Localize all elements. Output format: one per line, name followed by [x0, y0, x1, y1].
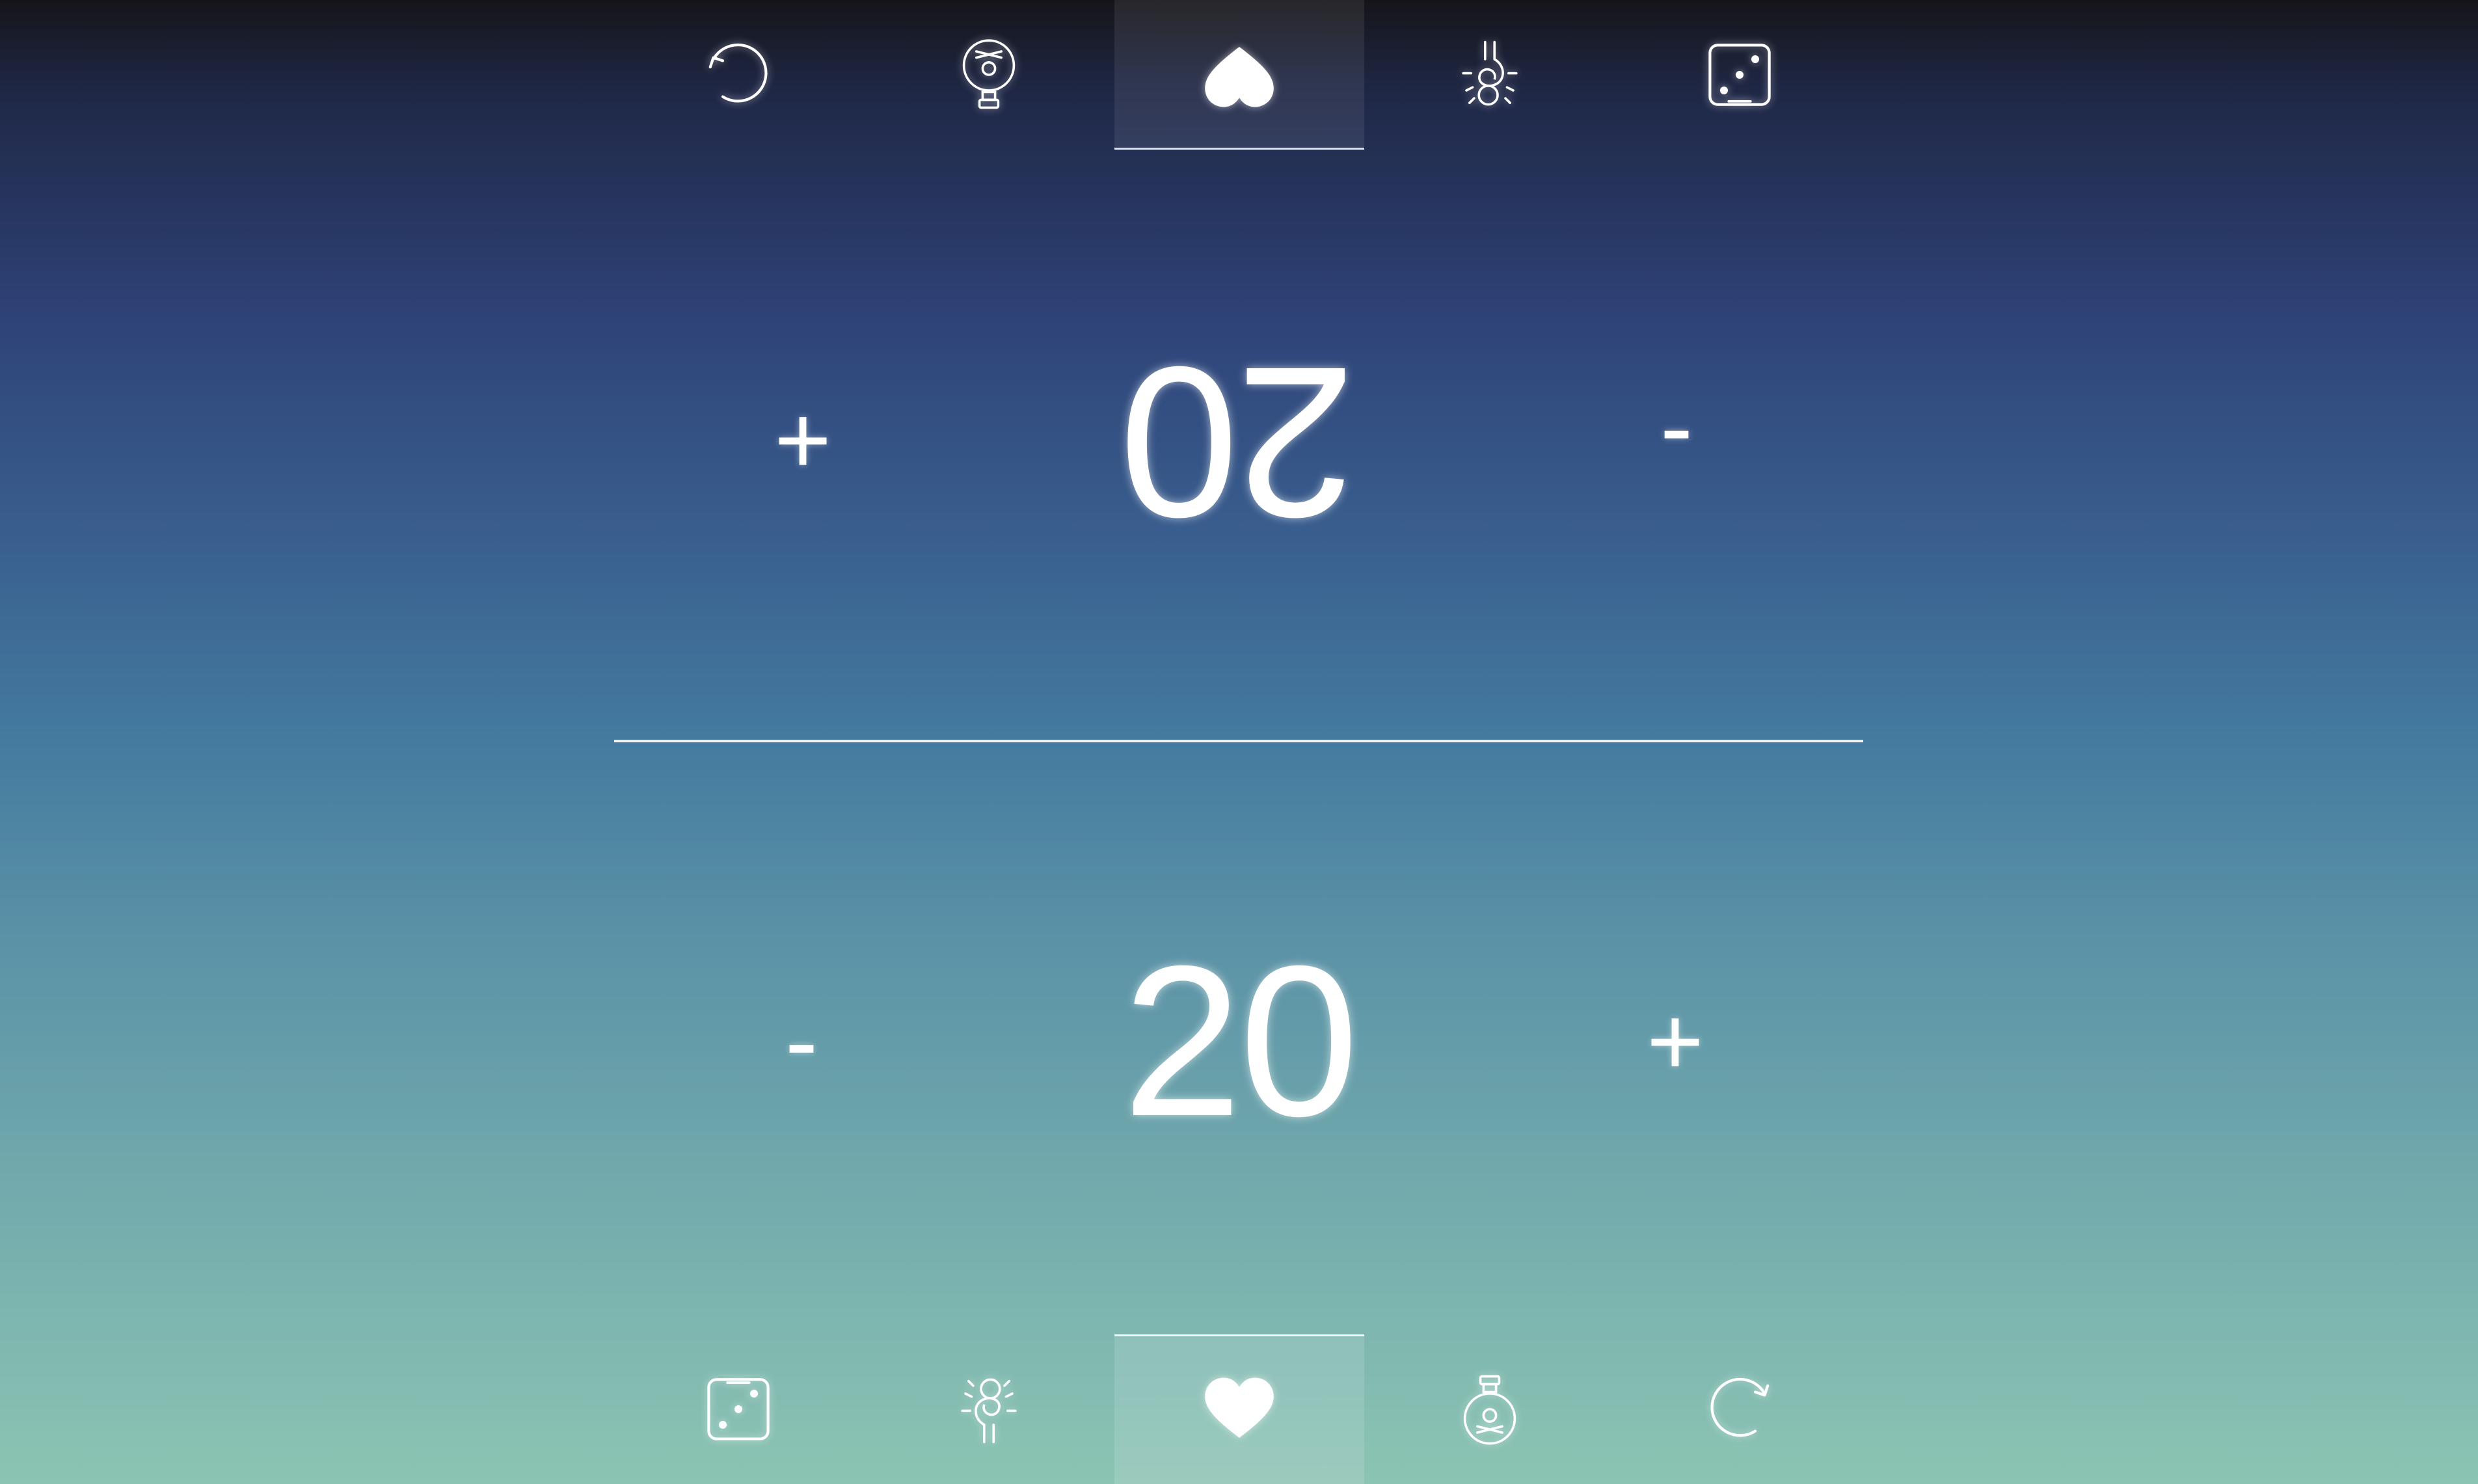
player-poison-button[interactable]: [1365, 1334, 1615, 1484]
player-panel: - 20 +: [0, 911, 2478, 1171]
player-commander-damage-button[interactable]: [864, 1334, 1114, 1484]
player-toolbar: [0, 1334, 2478, 1484]
poison-icon: [962, 39, 1016, 109]
opponent-decrement-button[interactable]: -: [1598, 312, 1755, 573]
opponent-life-button[interactable]: [1114, 0, 1364, 150]
player-life-button[interactable]: [1114, 1334, 1364, 1484]
reset-icon: [1710, 1377, 1770, 1437]
player-dice-button[interactable]: [613, 1334, 863, 1484]
opponent-commander-damage-button[interactable]: [1365, 0, 1615, 150]
dice-icon: [707, 1378, 770, 1440]
dice-icon: [1708, 44, 1771, 106]
player-decrement-button[interactable]: -: [723, 911, 880, 1171]
heart-icon: [1205, 46, 1274, 107]
opponent-dice-button[interactable]: [1615, 0, 1865, 150]
opponent-reset-button[interactable]: [613, 0, 863, 150]
opponent-life-total: 20: [1122, 323, 1356, 563]
player-divider: [614, 740, 1863, 742]
player-life-total: 20: [1122, 921, 1358, 1161]
reset-icon: [708, 43, 768, 103]
player-increment-button[interactable]: +: [1597, 911, 1753, 1171]
poison-icon: [1463, 1375, 1516, 1445]
opponent-poison-button[interactable]: [864, 0, 1114, 150]
commander-damage-icon: [961, 1378, 1017, 1444]
opponent-increment-button[interactable]: +: [725, 312, 881, 573]
opponent-toolbar: [0, 0, 2478, 150]
opponent-panel: - 20 +: [0, 312, 2478, 573]
player-reset-button[interactable]: [1615, 1334, 1865, 1484]
heart-icon: [1205, 1377, 1274, 1438]
commander-damage-icon: [1462, 40, 1518, 106]
